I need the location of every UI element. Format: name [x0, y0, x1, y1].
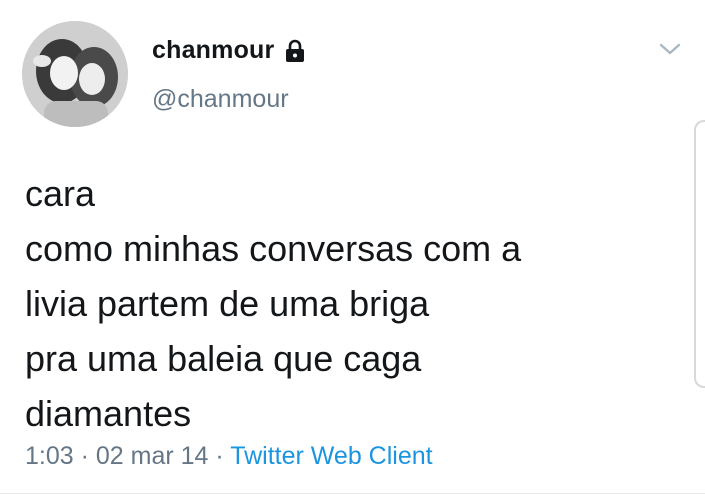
tweet-line: como minhas conversas com a: [25, 228, 522, 269]
display-name-row: chanmour: [152, 36, 306, 65]
tweet-line: pra uma baleia que caga: [25, 338, 422, 379]
chevron-down-icon[interactable]: [658, 40, 682, 58]
tweet-card: chanmour @chanmour cara como minhas conv…: [0, 0, 705, 501]
meta-separator: ·: [73, 442, 96, 470]
tweet-line: cara: [25, 173, 96, 214]
tweet-line: diamantes: [25, 393, 192, 434]
tweet-date[interactable]: 02 mar 14: [96, 442, 209, 470]
avatar[interactable]: [22, 21, 128, 127]
tweet-text: cara como minhas conversas com a livia p…: [25, 166, 665, 441]
tweet-meta: 1:03 · 02 mar 14 · Twitter Web Client: [25, 442, 433, 471]
avatar-photo: [22, 21, 128, 127]
user-handle[interactable]: @chanmour: [152, 85, 289, 114]
tweet-source-link[interactable]: Twitter Web Client: [230, 442, 432, 470]
side-panel-edge: [694, 120, 705, 388]
tweet-line: livia partem de uma briga: [25, 283, 430, 324]
lock-icon: [284, 39, 306, 63]
display-name[interactable]: chanmour: [152, 36, 274, 65]
meta-separator: ·: [208, 442, 231, 470]
divider: [0, 493, 705, 494]
tweet-time[interactable]: 1:03: [25, 442, 74, 470]
